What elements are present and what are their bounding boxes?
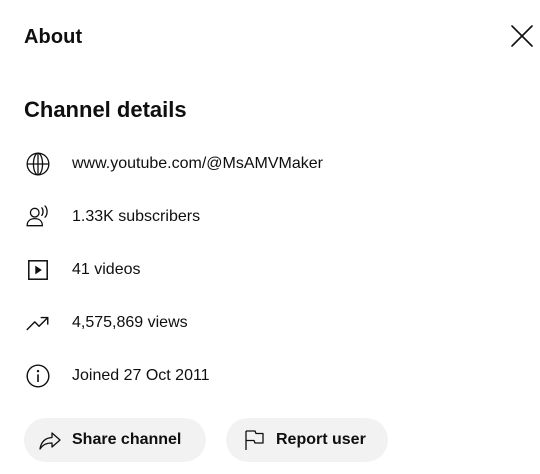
channel-link[interactable]: www.youtube.com/@MsAMVMaker [72,153,323,175]
channel-details-heading: Channel details [24,97,187,122]
views-row: 4,575,869 views [24,309,188,337]
joined-date: Joined 27 Oct 2011 [72,367,210,384]
video-play-icon [24,256,52,284]
subscriber-count: 1.33K subscribers [72,208,201,225]
video-count: 41 videos [72,261,141,278]
joined-row: Joined 27 Oct 2011 [24,362,210,390]
trending-icon [24,309,52,337]
report-user-label: Report user [276,431,366,448]
close-button[interactable] [506,20,538,52]
view-count: 4,575,869 views [72,314,188,331]
about-dialog: About Channel details www.youtube.com/@M… [0,0,540,474]
videos-row: 41 videos [24,256,141,284]
share-icon [36,426,64,454]
subscribers-icon [24,203,52,231]
info-icon [24,362,52,390]
share-channel-button[interactable]: Share channel [24,418,206,462]
report-user-button[interactable]: Report user [226,418,388,462]
share-channel-label: Share channel [72,431,182,448]
subscribers-row: 1.33K subscribers [24,203,200,231]
flag-icon [240,426,268,454]
globe-icon [24,150,52,178]
channel-link-row[interactable]: www.youtube.com/@MsAMVMaker [24,150,323,178]
close-icon [511,25,533,47]
dialog-title: About [24,26,83,48]
